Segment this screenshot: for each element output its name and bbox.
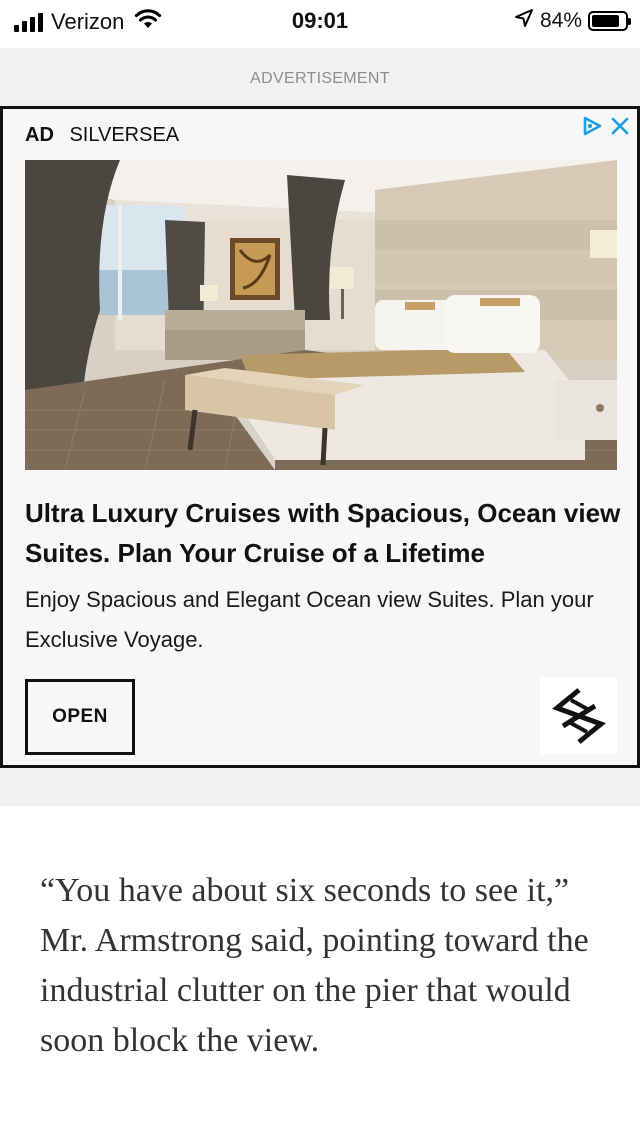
open-button[interactable]: OPEN — [25, 679, 135, 755]
advertiser-name: SILVERSEA — [69, 124, 180, 146]
battery-level-fill — [592, 14, 619, 27]
location-arrow-icon — [514, 8, 534, 33]
status-left: Verizon — [14, 8, 162, 35]
ad-controls — [579, 113, 633, 139]
ad-image-cruise-suite[interactable] — [25, 160, 617, 470]
ad-headline[interactable]: Ultra Luxury Cruises with Spacious, Ocea… — [25, 493, 625, 573]
battery-icon — [588, 10, 631, 31]
status-bar: Verizon 09:01 84% — [0, 0, 640, 44]
ad-tag: AD — [25, 124, 54, 146]
ad-container: ADVERTISEMENT AD SILVERSEA Ultra Luxury … — [0, 48, 640, 806]
ad-header: AD SILVERSEA — [25, 124, 179, 147]
ad-card[interactable]: AD SILVERSEA Ultra Luxury Cruises with S… — [0, 106, 640, 768]
silversea-logo[interactable] — [540, 677, 617, 754]
ad-description: Enjoy Spacious and Elegant Ocean view Su… — [25, 587, 594, 652]
status-right: 84% — [514, 8, 631, 33]
advertisement-label: ADVERTISEMENT — [250, 70, 390, 87]
close-icon[interactable] — [607, 113, 633, 139]
carrier-name: Verizon — [51, 8, 125, 34]
battery-percent: 84% — [539, 8, 582, 32]
signal-strength-icon — [14, 12, 43, 32]
adchoices-icon[interactable] — [579, 113, 605, 139]
article-paragraph: “You have about six seconds to see it,” … — [40, 872, 589, 1059]
wifi-icon — [134, 8, 162, 35]
